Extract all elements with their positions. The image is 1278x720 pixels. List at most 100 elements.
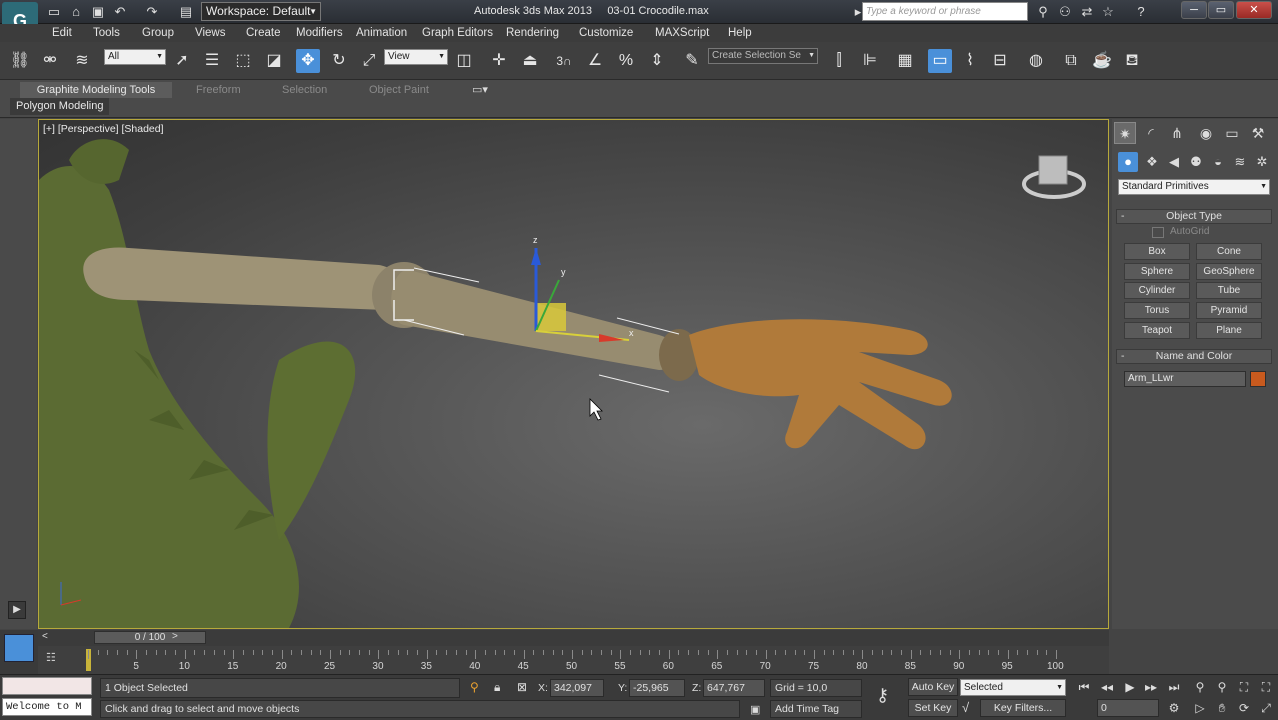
render-production-icon[interactable]: ⛾ [1120, 49, 1144, 73]
x-coordinate-field[interactable]: 342,097 [550, 679, 604, 697]
zoom-icon[interactable]: ⚲ [1190, 678, 1210, 696]
z-coordinate-field[interactable]: 647,767 [703, 679, 765, 697]
viewcube-icon[interactable] [1038, 155, 1068, 185]
menu-graph-editors[interactable]: Graph Editors [422, 25, 493, 41]
zoom-extents-icon[interactable]: ⛶ [1234, 678, 1254, 696]
maxscript-listener-field[interactable]: Welcome to M [2, 698, 92, 716]
name-and-color-rollout[interactable]: - Name and Color [1116, 349, 1272, 364]
auto-key-button[interactable]: Auto Key [908, 678, 958, 696]
pyramid-button[interactable]: Pyramid [1196, 302, 1262, 319]
go-to-start-icon[interactable]: ⏮ [1074, 678, 1094, 696]
bind-space-warp-icon[interactable]: ≋ [70, 49, 94, 73]
time-tag-icon[interactable]: ▣ [750, 703, 760, 716]
menu-views[interactable]: Views [195, 25, 225, 41]
zoom-extents-all-icon[interactable]: ⛶ [1256, 678, 1276, 696]
plane-button[interactable]: Plane [1196, 322, 1262, 339]
field-of-view-icon[interactable]: ▷ [1190, 699, 1210, 717]
create-tab-icon[interactable]: ✷ [1114, 122, 1136, 144]
geosphere-button[interactable]: GeoSphere [1196, 263, 1262, 280]
select-and-move-icon[interactable]: ✥ [296, 49, 320, 73]
menu-rendering[interactable]: Rendering [506, 25, 559, 41]
angle-snap-icon[interactable]: ∠ [583, 49, 607, 73]
ribbon-options-icon[interactable]: ▭▾ [466, 82, 494, 98]
menu-create[interactable]: Create [246, 25, 281, 41]
ref-coord-system-dropdown[interactable]: View ▼ [384, 49, 448, 65]
tube-button[interactable]: Tube [1196, 282, 1262, 299]
community-icon[interactable]: ⚇ [1057, 4, 1073, 19]
teapot-button[interactable]: Teapot [1124, 322, 1190, 339]
key-mode-dropdown[interactable]: Selected ▼ [960, 679, 1066, 696]
menu-customize[interactable]: Customize [579, 25, 633, 41]
render-setup-icon[interactable]: ⧉ [1059, 49, 1083, 73]
object-color-swatch[interactable] [1250, 371, 1266, 387]
spinner-snap-icon[interactable]: ⇕ [645, 49, 669, 73]
tab-object-paint[interactable]: Object Paint [363, 82, 435, 98]
layer-manager-icon[interactable]: ▦ [893, 49, 917, 73]
maximize-button[interactable]: ▭ [1208, 1, 1234, 19]
exchange-icon[interactable]: ⇄ [1079, 4, 1095, 19]
mirror-icon[interactable]: ⫿ [827, 49, 851, 73]
object-name-field[interactable]: Arm_LLwr [1124, 371, 1246, 387]
window-crossing-icon[interactable]: ◪ [262, 49, 286, 73]
sphere-button[interactable]: Sphere [1124, 263, 1190, 280]
tab-graphite-modeling-tools[interactable]: Graphite Modeling Tools [20, 82, 172, 98]
systems-icon[interactable]: ✲ [1252, 152, 1272, 172]
menu-help[interactable]: Help [728, 25, 752, 41]
select-and-link-icon[interactable]: ⛓ [8, 49, 32, 73]
object-type-rollout[interactable]: - Object Type [1116, 209, 1272, 224]
motion-tab-icon[interactable]: ◉ [1195, 122, 1217, 144]
menu-modifiers[interactable]: Modifiers [296, 25, 343, 41]
workspace-dropdown[interactable]: Workspace: Default ▼ [201, 2, 321, 21]
open-file-icon[interactable]: ⌂ [68, 4, 84, 19]
perspective-viewport[interactable]: [+] [Perspective] [Shaded] z y x [38, 119, 1109, 629]
manipulate-icon[interactable]: ✛ [487, 49, 511, 73]
shapes-icon[interactable]: ❖ [1142, 152, 1162, 172]
current-frame-field[interactable]: 0 [1097, 699, 1159, 717]
cone-button[interactable]: Cone [1196, 243, 1262, 260]
percent-snap-icon[interactable]: % [614, 49, 638, 73]
track-bar-menu-icon[interactable]: ☷ [46, 651, 56, 664]
tab-freeform[interactable]: Freeform [190, 82, 247, 98]
selection-lock-icon[interactable]: 🔒︎ [494, 680, 500, 695]
add-time-tag-button[interactable]: Add Time Tag [770, 700, 862, 718]
select-and-scale-icon[interactable]: ⤢ [357, 49, 381, 73]
binoculars-icon[interactable]: ⚲ [1035, 4, 1051, 19]
unlink-icon[interactable]: ⚮ [38, 49, 62, 73]
keyboard-shortcut-override-icon[interactable]: ⏏ [518, 49, 542, 73]
time-slider[interactable]: < 0 / 100 > [38, 630, 1109, 646]
next-frame-icon[interactable]: ▸▸ [1141, 678, 1161, 696]
select-object-icon[interactable]: ➚ [170, 49, 194, 73]
tab-polygon-modeling[interactable]: Polygon Modeling [10, 98, 110, 115]
graphite-toggle-icon[interactable]: ▭ [928, 49, 952, 73]
prev-frame-icon[interactable]: < [42, 631, 48, 642]
play-icon[interactable]: ▶ [1120, 678, 1140, 696]
autogrid-checkbox[interactable] [1152, 227, 1164, 238]
pivot-center-icon[interactable]: ◫ [452, 49, 476, 73]
expand-play-icon[interactable]: ▶ [8, 601, 26, 619]
geometry-icon[interactable]: ● [1118, 152, 1138, 172]
redo-icon[interactable]: ↷ [144, 4, 160, 19]
align-icon[interactable]: ⊫ [858, 49, 882, 73]
help-icon[interactable]: ? [1133, 4, 1149, 19]
modify-tab-icon[interactable]: ◜ [1140, 122, 1162, 144]
helpers-icon[interactable]: ◒ [1208, 152, 1228, 172]
category-dropdown[interactable]: Standard Primitives ▼ [1118, 179, 1270, 195]
rendered-frame-window-icon[interactable]: ☕ [1090, 49, 1114, 73]
lights-icon[interactable]: ◀ [1164, 152, 1184, 172]
cameras-icon[interactable]: ⚉ [1186, 152, 1206, 172]
set-key-button[interactable]: Set Key [908, 699, 958, 717]
schematic-view-icon[interactable]: ⊟ [988, 49, 1012, 73]
search-input[interactable]: Type a keyword or phrase [862, 2, 1028, 21]
snaps-toggle-icon[interactable]: 3∩ [552, 49, 576, 73]
new-file-icon[interactable]: ▭ [46, 4, 62, 19]
material-editor-icon[interactable]: ◍ [1024, 49, 1048, 73]
edit-named-selection-icon[interactable]: ✎ [680, 49, 704, 73]
go-to-end-icon[interactable]: ⏭ [1164, 678, 1184, 696]
close-button[interactable]: ✕ [1236, 1, 1272, 19]
save-icon[interactable]: ▣ [90, 4, 106, 19]
torus-button[interactable]: Torus [1124, 302, 1190, 319]
undo-icon[interactable]: ↶ [112, 4, 128, 19]
orbit-icon[interactable]: ⟳ [1234, 699, 1254, 717]
time-config-icon[interactable]: ⚙ [1164, 699, 1184, 717]
key-filters-button[interactable]: Key Filters... [980, 699, 1066, 717]
